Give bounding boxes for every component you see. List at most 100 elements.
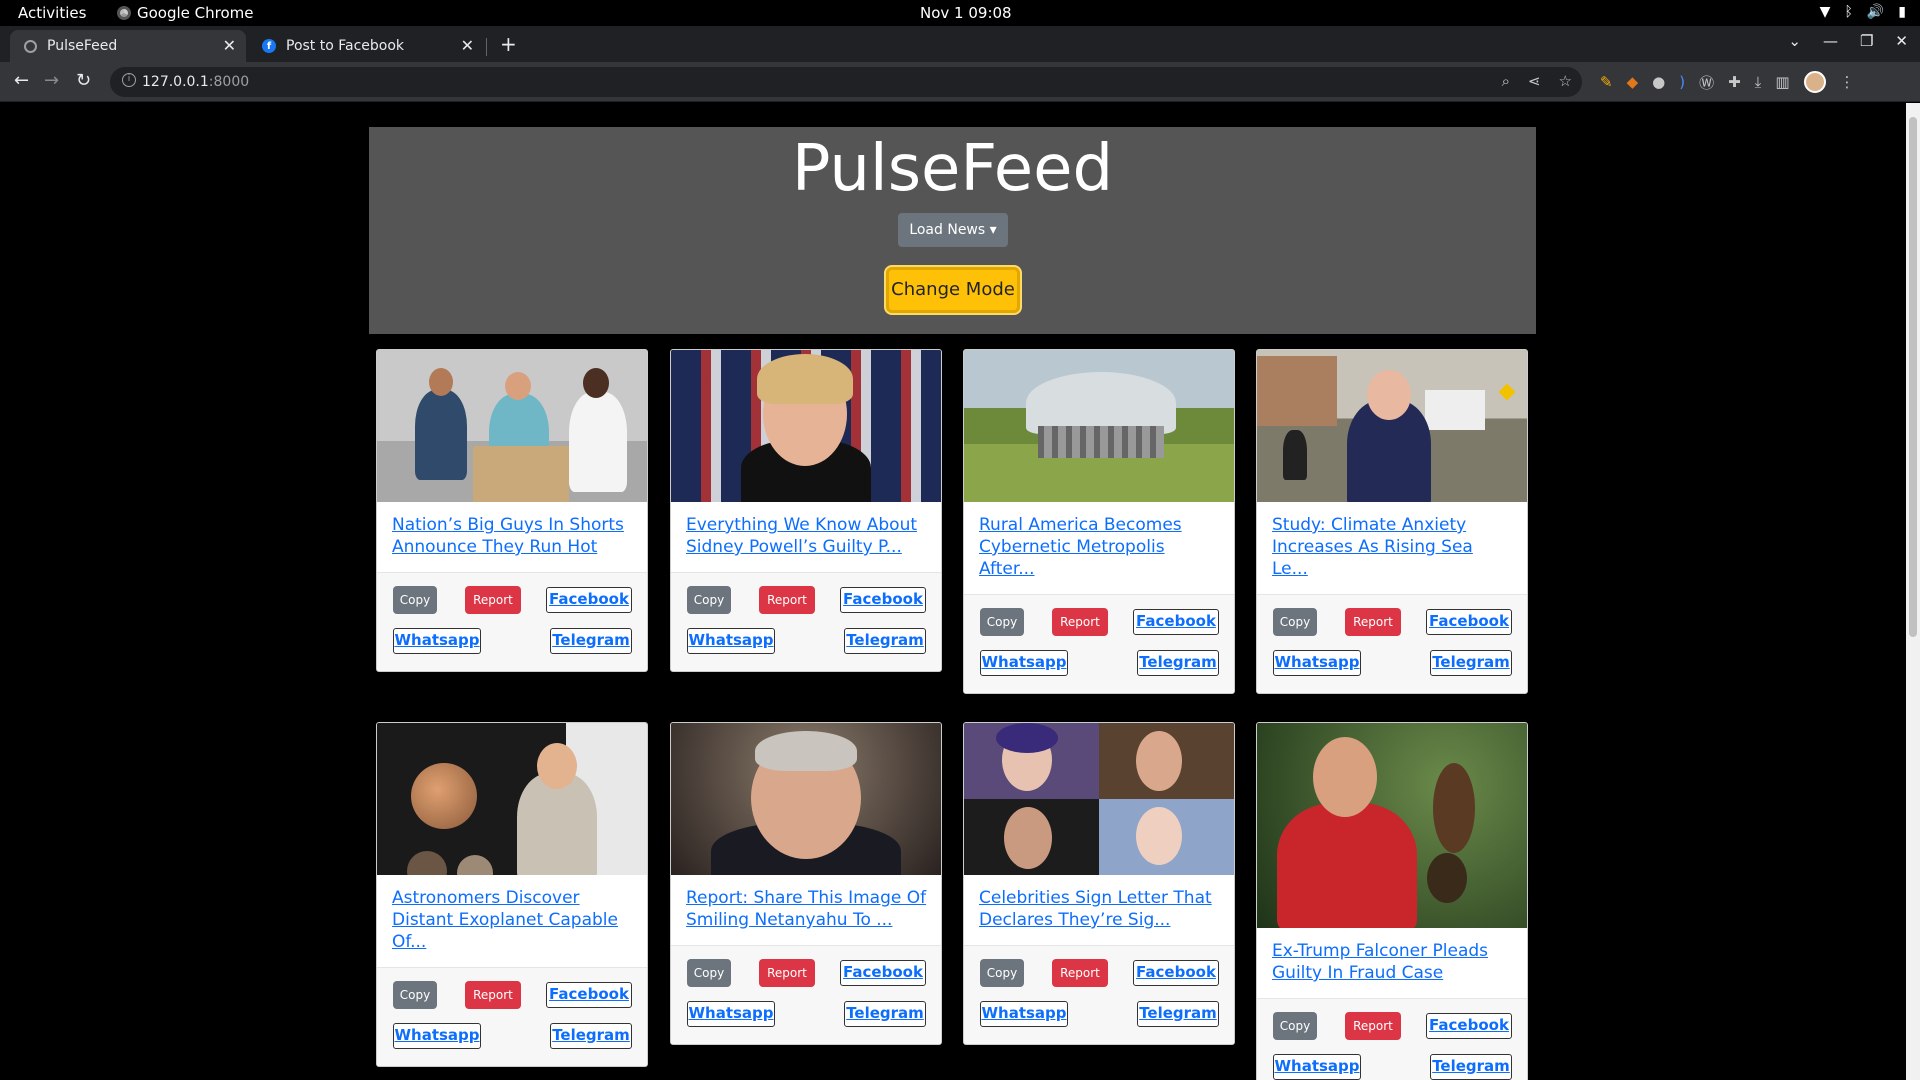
- facebook-share-button[interactable]: Facebook: [840, 960, 926, 986]
- article-link[interactable]: Nation’s Big Guys In Shorts Announce The…: [392, 515, 624, 557]
- forward-icon[interactable]: →: [44, 70, 59, 91]
- w-extension-icon[interactable]: Ⓦ: [1699, 72, 1714, 93]
- site-title: PulseFeed: [791, 132, 1114, 206]
- clock[interactable]: Nov 1 09:08: [920, 4, 1012, 22]
- extensions-area: ✎ ◆ ● ) Ⓦ ✚ ⤓ ▥ ⋮: [1600, 71, 1855, 93]
- app-name: Google Chrome: [137, 4, 254, 22]
- telegram-share-button[interactable]: Telegram: [1137, 1001, 1219, 1027]
- whatsapp-share-button[interactable]: Whatsapp: [393, 1023, 481, 1049]
- article-image[interactable]: [964, 723, 1234, 875]
- close-window-icon[interactable]: ✕: [1895, 32, 1908, 50]
- article-link[interactable]: Everything We Know About Sidney Powell’s…: [686, 515, 917, 557]
- maximize-icon[interactable]: ❐: [1860, 32, 1873, 50]
- copy-button[interactable]: Copy: [1273, 608, 1317, 636]
- facebook-share-button[interactable]: Facebook: [546, 982, 632, 1008]
- article-card: Astronomers Discover Distant Exoplanet C…: [376, 722, 648, 1067]
- facebook-share-button[interactable]: Facebook: [546, 587, 632, 613]
- menu-icon[interactable]: ⋮: [1840, 73, 1855, 91]
- article-title: Astronomers Discover Distant Exoplanet C…: [377, 875, 647, 968]
- new-tab-button[interactable]: +: [500, 32, 517, 56]
- tab-post-to-facebook[interactable]: f Post to Facebook ✕: [248, 30, 484, 62]
- facebook-share-button[interactable]: Facebook: [1426, 609, 1512, 635]
- article-link[interactable]: Rural America Becomes Cybernetic Metropo…: [979, 515, 1182, 579]
- report-button[interactable]: Report: [1052, 959, 1108, 987]
- puzzle-icon[interactable]: ✚: [1728, 73, 1741, 91]
- telegram-share-button[interactable]: Telegram: [1430, 1054, 1512, 1080]
- load-news-dropdown[interactable]: Load News ▾: [898, 213, 1008, 247]
- share-actions: Copy Report Facebook Whatsapp Telegram: [671, 573, 941, 671]
- copy-button[interactable]: Copy: [687, 586, 731, 614]
- copy-button[interactable]: Copy: [393, 981, 437, 1009]
- article-image[interactable]: [1257, 350, 1527, 502]
- back-icon[interactable]: ←: [14, 70, 29, 91]
- report-button[interactable]: Report: [465, 586, 521, 614]
- facebook-share-button[interactable]: Facebook: [840, 587, 926, 613]
- facebook-share-button[interactable]: Facebook: [1133, 609, 1219, 635]
- tab-pulsefeed[interactable]: PulseFeed ✕: [10, 30, 246, 62]
- report-button[interactable]: Report: [1345, 1012, 1401, 1040]
- whatsapp-share-button[interactable]: Whatsapp: [393, 628, 481, 654]
- address-bar[interactable]: i 127.0.0.1:8000 ⌕ ⋖ ☆: [110, 67, 1582, 97]
- report-button[interactable]: Report: [759, 586, 815, 614]
- report-button[interactable]: Report: [465, 981, 521, 1009]
- article-image[interactable]: [1257, 723, 1527, 928]
- scrollbar-thumb[interactable]: [1909, 117, 1917, 637]
- copy-button[interactable]: Copy: [687, 959, 731, 987]
- whatsapp-share-button[interactable]: Whatsapp: [980, 1001, 1068, 1027]
- share-actions: Copy Report Facebook Whatsapp Telegram: [964, 946, 1234, 1044]
- telegram-share-button[interactable]: Telegram: [844, 628, 926, 654]
- profile-avatar[interactable]: [1803, 71, 1826, 93]
- article-card: Celebrities Sign Letter That Declares Th…: [963, 722, 1235, 1045]
- whatsapp-share-button[interactable]: Whatsapp: [1273, 650, 1361, 676]
- whatsapp-share-button[interactable]: Whatsapp: [687, 628, 775, 654]
- report-button[interactable]: Report: [1345, 608, 1401, 636]
- article-image[interactable]: [377, 350, 647, 502]
- activities-button[interactable]: Activities: [18, 4, 86, 22]
- app-menu[interactable]: Google Chrome: [117, 4, 254, 22]
- telegram-share-button[interactable]: Telegram: [550, 628, 632, 654]
- article-image[interactable]: [377, 723, 647, 875]
- close-icon[interactable]: ✕: [461, 36, 474, 55]
- copy-button[interactable]: Copy: [980, 959, 1024, 987]
- copy-button[interactable]: Copy: [393, 586, 437, 614]
- page-scrollbar[interactable]: [1906, 103, 1920, 1080]
- whatsapp-share-button[interactable]: Whatsapp: [980, 650, 1068, 676]
- article-image[interactable]: [671, 350, 941, 502]
- facebook-share-button[interactable]: Facebook: [1133, 960, 1219, 986]
- minimize-icon[interactable]: —: [1823, 32, 1838, 50]
- whatsapp-share-button[interactable]: Whatsapp: [687, 1001, 775, 1027]
- download-icon[interactable]: ⤓: [1755, 73, 1762, 91]
- article-link[interactable]: Ex-Trump Falconer Pleads Guilty In Fraud…: [1272, 941, 1488, 983]
- telegram-share-button[interactable]: Telegram: [1137, 650, 1219, 676]
- fox-extension-icon[interactable]: ◆: [1627, 73, 1639, 91]
- circle-extension-icon[interactable]: ●: [1652, 73, 1665, 91]
- copy-button[interactable]: Copy: [1273, 1012, 1317, 1040]
- article-link[interactable]: Astronomers Discover Distant Exoplanet C…: [392, 888, 618, 952]
- share-icon[interactable]: ⋖: [1528, 72, 1541, 90]
- tab-search-icon[interactable]: ⌄: [1788, 32, 1801, 50]
- reload-icon[interactable]: ↻: [76, 70, 91, 91]
- bookmark-star-icon[interactable]: ☆: [1559, 72, 1572, 90]
- report-button[interactable]: Report: [759, 959, 815, 987]
- article-image[interactable]: [964, 350, 1234, 502]
- article-link[interactable]: Celebrities Sign Letter That Declares Th…: [979, 888, 1212, 930]
- close-icon[interactable]: ✕: [223, 36, 236, 55]
- article-image[interactable]: [671, 723, 941, 875]
- site-info-icon[interactable]: i: [122, 73, 136, 87]
- telegram-share-button[interactable]: Telegram: [1430, 650, 1512, 676]
- telegram-share-button[interactable]: Telegram: [844, 1001, 926, 1027]
- change-mode-button[interactable]: Change Mode: [886, 267, 1020, 313]
- zoom-icon[interactable]: ⌕: [1502, 72, 1510, 90]
- whatsapp-share-button[interactable]: Whatsapp: [1273, 1054, 1361, 1080]
- report-button[interactable]: Report: [1052, 608, 1108, 636]
- copy-button[interactable]: Copy: [980, 608, 1024, 636]
- facebook-share-button[interactable]: Facebook: [1426, 1013, 1512, 1039]
- article-link[interactable]: Report: Share This Image Of Smiling Neta…: [686, 888, 926, 930]
- system-tray[interactable]: ▼ ᛒ 🔊 ▮: [1820, 4, 1906, 20]
- article-link[interactable]: Study: Climate Anxiety Increases As Risi…: [1272, 515, 1473, 579]
- telegram-share-button[interactable]: Telegram: [550, 1023, 632, 1049]
- side-panel-icon[interactable]: ▥: [1775, 73, 1789, 91]
- wave-extension-icon[interactable]: ): [1679, 73, 1685, 91]
- url-text[interactable]: 127.0.0.1:8000: [142, 74, 249, 90]
- pencil-extension-icon[interactable]: ✎: [1600, 73, 1613, 91]
